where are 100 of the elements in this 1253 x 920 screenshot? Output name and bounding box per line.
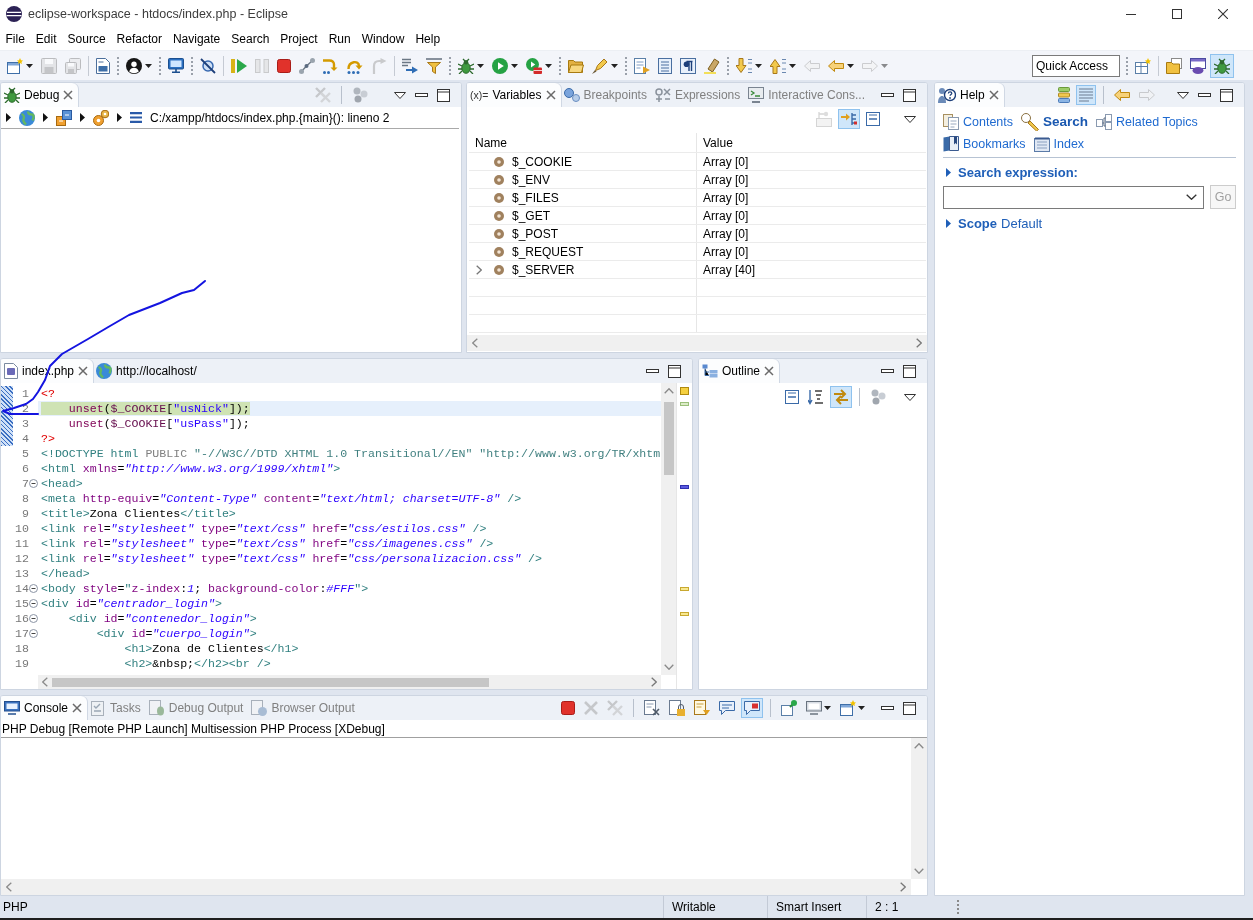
fold-icon[interactable] (29, 599, 38, 608)
view-tab[interactable]: Help (935, 83, 1004, 107)
expand-triangle-icon[interactable] (946, 167, 951, 177)
chevron-up-icon[interactable] (663, 388, 674, 394)
section-heading[interactable]: Search expression: (958, 164, 1078, 180)
menu-item[interactable]: Window (356, 32, 410, 46)
scroll-thumb[interactable] (663, 402, 674, 475)
menu-item[interactable]: Navigate (167, 32, 226, 46)
view-tab[interactable]: Browser Output (248, 696, 360, 720)
menu-item[interactable]: Help (409, 32, 446, 46)
overview-marker[interactable] (680, 587, 689, 591)
view-tab[interactable]: Debug (1, 83, 79, 107)
view-tab[interactable]: Outline (699, 359, 780, 383)
menu-item[interactable]: Edit (30, 32, 63, 46)
variable-name[interactable]: $_POST (512, 226, 559, 241)
expand-triangle-icon[interactable] (946, 218, 951, 228)
menu-item[interactable]: Run (323, 32, 357, 46)
fold-icon[interactable] (29, 584, 38, 593)
overview-marker[interactable] (680, 612, 689, 616)
stdout-button[interactable] (716, 698, 738, 718)
fold-icon[interactable] (29, 614, 38, 623)
view-tab[interactable]: Expressions (651, 83, 746, 107)
debug-perspective-button[interactable] (1210, 53, 1234, 78)
chevron-left-icon[interactable] (42, 677, 48, 687)
display-console-button[interactable] (803, 698, 834, 718)
breadcrumb-arrow-icon[interactable] (6, 113, 11, 122)
view-tab[interactable]: Breakpoints (560, 83, 652, 107)
column-header[interactable]: Value (703, 135, 733, 150)
chevron-right-icon[interactable] (916, 338, 922, 348)
horizontal-scrollbar[interactable] (38, 675, 661, 689)
menu-item[interactable]: Source (62, 32, 112, 46)
breadcrumb-arrow-icon[interactable] (43, 113, 48, 122)
view-tab[interactable]: Debug Output (145, 696, 249, 720)
collapse-all-button[interactable] (863, 109, 883, 129)
fold-icon[interactable] (29, 629, 38, 638)
menu-item[interactable]: Search (225, 32, 275, 46)
menu-item[interactable]: Project (274, 32, 324, 46)
back-button[interactable] (1111, 86, 1133, 104)
help-nav-link[interactable]: Contents (943, 112, 1014, 131)
variable-name[interactable]: $_REQUEST (512, 244, 584, 259)
horizontal-scrollbar[interactable] (1, 879, 911, 895)
chevron-left-icon[interactable] (472, 338, 478, 348)
view-tab[interactable]: Console (1, 696, 88, 720)
chevron-up-icon[interactable] (914, 743, 924, 749)
chevron-right-icon[interactable] (900, 882, 906, 892)
close-icon[interactable] (545, 90, 556, 100)
vertical-scrollbar[interactable] (911, 738, 927, 879)
scope-value-link[interactable]: Default (1001, 215, 1043, 231)
help-nav-link[interactable]: Bookmarks (943, 134, 1026, 153)
variable-name[interactable]: $_SERVER (512, 262, 575, 277)
close-icon[interactable] (63, 90, 74, 100)
fold-icon[interactable] (29, 479, 38, 488)
menu-item[interactable]: Refactor (111, 32, 168, 46)
quick-access-field[interactable]: Quick Access (1032, 54, 1120, 77)
stderr-button[interactable] (741, 698, 763, 718)
close-icon[interactable] (988, 90, 999, 100)
close-icon[interactable] (72, 703, 83, 713)
horizontal-scrollbar[interactable] (467, 335, 927, 351)
variable-name[interactable]: $_FILES (512, 190, 559, 205)
overview-marker[interactable] (680, 485, 689, 489)
variable-name[interactable]: $_GET (512, 208, 550, 223)
chevron-right-icon[interactable] (651, 677, 657, 687)
column-header[interactable]: Name (475, 135, 507, 150)
toc-button[interactable] (1055, 84, 1073, 106)
variable-name[interactable]: $_COOKIE (512, 154, 573, 169)
link-button[interactable] (830, 386, 852, 408)
variable-name[interactable]: $_ENV (512, 172, 551, 187)
view-tab[interactable]: Tasks (87, 696, 146, 720)
stack-frame-label[interactable]: C:/xampp/htdocs/index.php.{main}(): lineno 2 (150, 110, 390, 125)
maximize-icon (903, 88, 916, 102)
help-nav-link[interactable]: Related Topics (1096, 112, 1198, 131)
vertical-scrollbar[interactable] (661, 383, 676, 675)
overview-marker[interactable] (680, 402, 689, 406)
folder-document-icon (1166, 57, 1182, 74)
breadcrumb-arrow-icon[interactable] (117, 113, 122, 122)
collapse-all-button[interactable] (782, 387, 802, 407)
speech-bubble-icon (744, 701, 760, 715)
view-menu-icon (904, 115, 916, 123)
close-icon[interactable] (78, 366, 89, 376)
pin-button[interactable] (778, 697, 800, 719)
chevron-down-icon[interactable] (1186, 194, 1197, 200)
status-text: 2 : 1 (875, 900, 899, 914)
search-expression-field[interactable] (943, 185, 1204, 209)
formula-icon (654, 88, 671, 102)
view-tab[interactable]: Interactive Cons... (745, 83, 870, 107)
scroll-thumb[interactable] (52, 677, 489, 687)
help-nav-link[interactable]: Search (1021, 112, 1089, 131)
help-nav-link[interactable]: Index (1033, 134, 1085, 153)
view-tab[interactable]: http://localhost/ (93, 359, 202, 383)
scope-link[interactable]: Scope (958, 215, 997, 231)
close-icon[interactable] (764, 366, 775, 376)
breadcrumb-arrow-icon[interactable] (80, 113, 85, 122)
logical-structure-button[interactable] (838, 109, 860, 129)
scroll-lock-button[interactable] (666, 697, 688, 719)
expand-chevron-icon[interactable] (476, 264, 482, 275)
view-tab[interactable]: (x)= Variables (467, 83, 561, 107)
chevron-left-icon[interactable] (6, 882, 12, 892)
terminate-button[interactable] (558, 698, 578, 718)
menu-item[interactable]: File (0, 32, 31, 46)
overview-marker[interactable] (680, 387, 689, 395)
